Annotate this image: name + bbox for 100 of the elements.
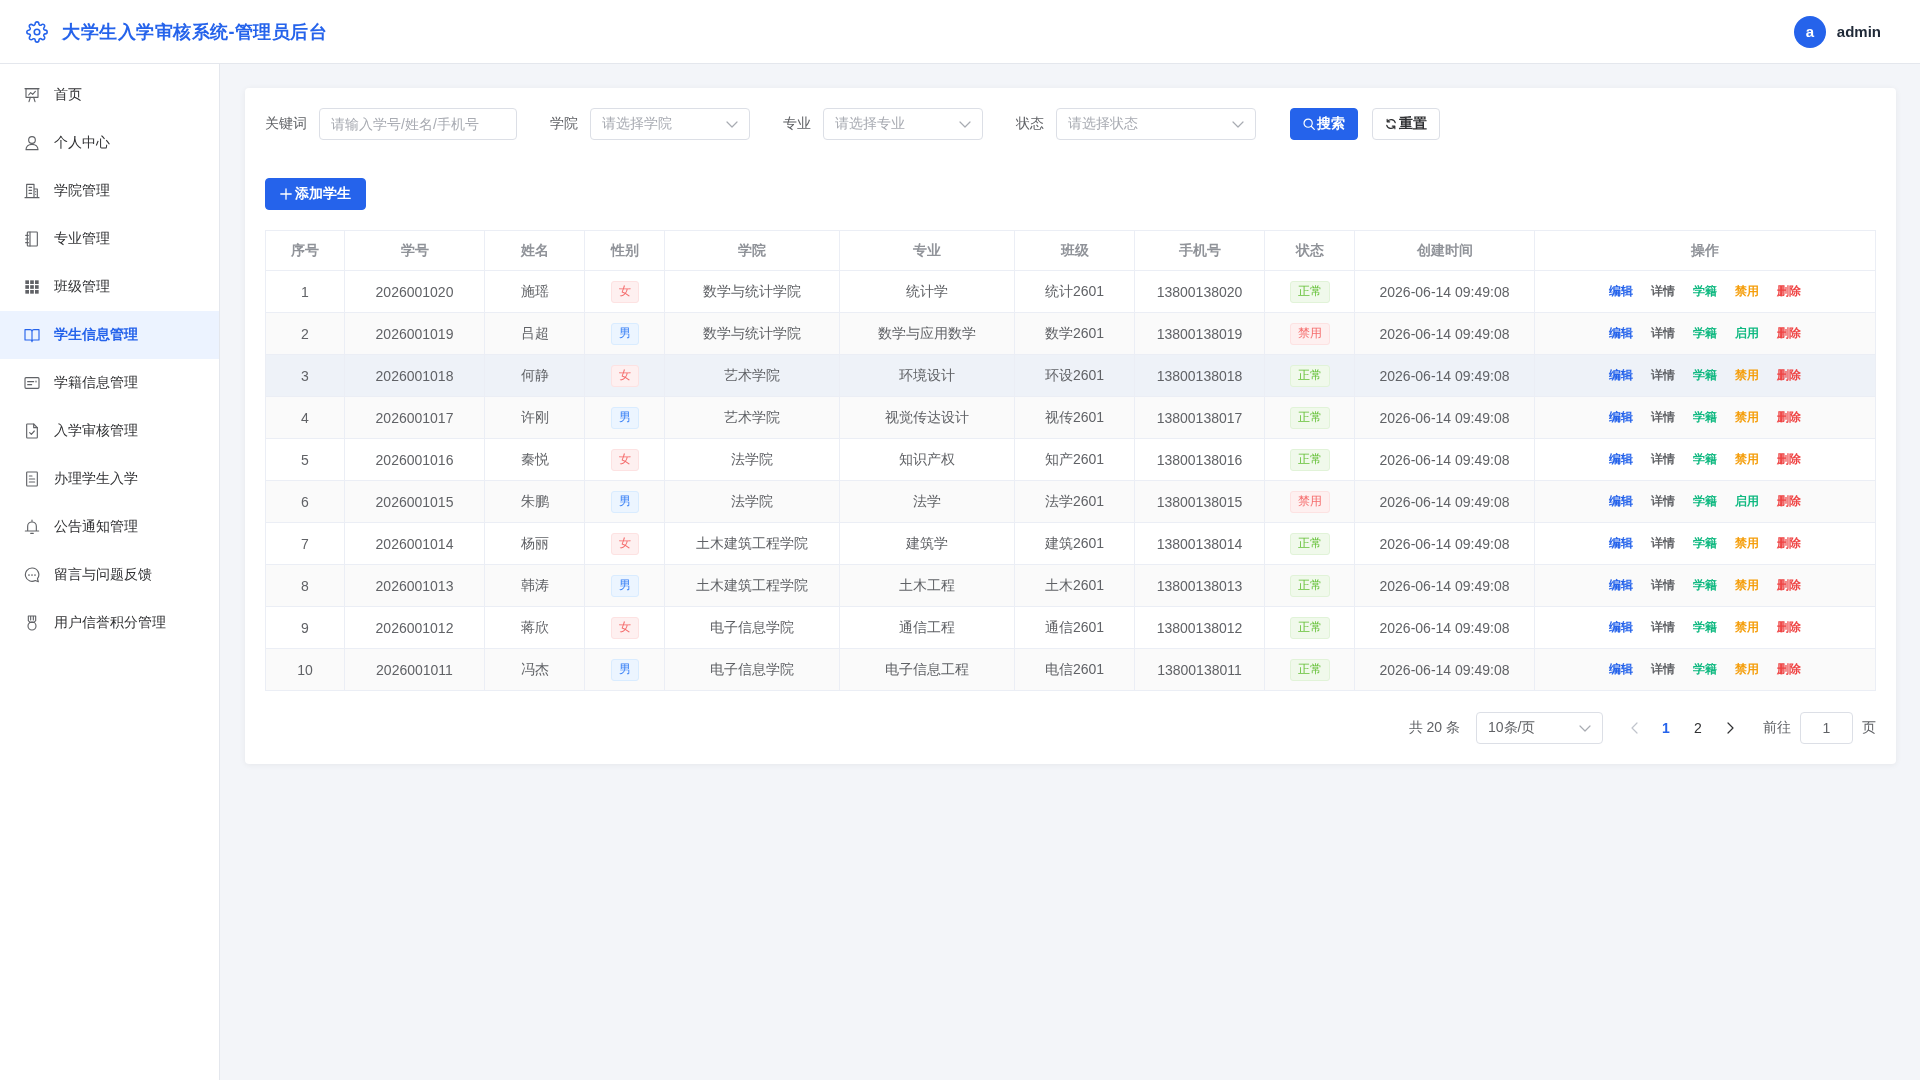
table-row[interactable]: 9 2026001012 蒋欣 女 电子信息学院 通信工程 通信2601 13800138012 正常 2026-06-14 09:49:08 编辑 详情 学籍 禁用 删除	[266, 607, 1875, 649]
table-cell: 2026001011	[345, 649, 485, 690]
delete-link[interactable]: 删除	[1777, 451, 1801, 468]
sidebar-item[interactable]: 用户信誉积分管理	[0, 599, 219, 647]
edit-link[interactable]: 编辑	[1609, 493, 1633, 510]
edit-link[interactable]: 编辑	[1609, 325, 1633, 342]
edit-link[interactable]: 编辑	[1609, 535, 1633, 552]
table-cell: 杨丽	[485, 523, 585, 564]
detail-link[interactable]: 详情	[1651, 409, 1675, 426]
table-cell: 13800138017	[1135, 397, 1265, 438]
app-title: 大学生入学审核系统-管理员后台	[62, 20, 328, 44]
sidebar-item[interactable]: 学籍信息管理	[0, 359, 219, 407]
reset-button[interactable]: 重置	[1372, 108, 1440, 140]
table-cell: 通信2601	[1015, 607, 1135, 648]
table-cell: 秦悦	[485, 439, 585, 480]
delete-link[interactable]: 删除	[1777, 535, 1801, 552]
table-cell: 电子信息学院	[665, 607, 840, 648]
sidebar-item[interactable]: 班级管理	[0, 263, 219, 311]
table-cell: 2026-06-14 09:49:08	[1355, 523, 1535, 564]
table-cell: 2026001020	[345, 271, 485, 312]
chevron-down-icon	[1579, 724, 1591, 732]
sidebar-item[interactable]: 学生信息管理	[0, 311, 219, 359]
table-cell: 电子信息学院	[665, 649, 840, 690]
detail-link[interactable]: 详情	[1651, 283, 1675, 300]
detail-link[interactable]: 详情	[1651, 493, 1675, 510]
table-cell: 蒋欣	[485, 607, 585, 648]
add-student-button[interactable]: 添加学生	[265, 178, 366, 210]
table-cell: 数学2601	[1015, 313, 1135, 354]
page-input[interactable]: 1	[1800, 712, 1853, 744]
sidebar-item[interactable]: 入学审核管理	[0, 407, 219, 455]
sidebar-item[interactable]: 办理学生入学	[0, 455, 219, 503]
sidebar-item[interactable]: 专业管理	[0, 215, 219, 263]
delete-link[interactable]: 删除	[1777, 661, 1801, 678]
table-row[interactable]: 6 2026001015 朱鹏 男 法学院 法学 法学2601 13800138015 禁用 2026-06-14 09:49:08 编辑 详情 学籍 启用 删除	[266, 481, 1875, 523]
gender-tag: 男	[610, 658, 639, 681]
sidebar-item[interactable]: 学院管理	[0, 167, 219, 215]
detail-link[interactable]: 详情	[1651, 619, 1675, 636]
table-cell: 2026001016	[345, 439, 485, 480]
table-cell: 2	[266, 313, 345, 354]
sidebar-item[interactable]: 公告通知管理	[0, 503, 219, 551]
table-cell: 2026001014	[345, 523, 485, 564]
edit-link[interactable]: 编辑	[1609, 619, 1633, 636]
table-cell: 13800138020	[1135, 271, 1265, 312]
edit-link[interactable]: 编辑	[1609, 367, 1633, 384]
table-cell: 2026-06-14 09:49:08	[1355, 649, 1535, 690]
delete-link[interactable]: 删除	[1777, 493, 1801, 510]
table-cell: 知产2601	[1015, 439, 1135, 480]
table-cell: 统计学	[840, 271, 1015, 312]
keyword-input[interactable]: 请输入学号/姓名/手机号	[319, 108, 517, 140]
status-tag: 正常	[1289, 532, 1330, 555]
table-row[interactable]: 1 2026001020 施瑶 女 数学与统计学院 统计学 统计2601 13800138020 正常 2026-06-14 09:49:08 编辑 详情 学籍 禁用 删除	[266, 271, 1875, 313]
page-number[interactable]: 1	[1650, 712, 1682, 744]
table-row[interactable]: 2 2026001019 吕超 男 数学与统计学院 数学与应用数学 数学2601 13800138019 禁用 2026-06-14 09:49:08 编辑 详情 学籍 启用 删除	[266, 313, 1875, 355]
detail-link[interactable]: 详情	[1651, 325, 1675, 342]
search-button[interactable]: 搜索	[1290, 108, 1358, 140]
page-size-select[interactable]: 10条/页	[1476, 712, 1603, 744]
delete-link[interactable]: 删除	[1777, 577, 1801, 594]
table-cell: 视觉传达设计	[840, 397, 1015, 438]
page-number[interactable]: 2	[1682, 712, 1714, 744]
delete-link[interactable]: 删除	[1777, 325, 1801, 342]
table-row[interactable]: 5 2026001016 秦悦 女 法学院 知识产权 知产2601 13800138016 正常 2026-06-14 09:49:08 编辑 详情 学籍 禁用 删除	[266, 439, 1875, 481]
delete-link[interactable]: 删除	[1777, 619, 1801, 636]
table-cell: 2026-06-14 09:49:08	[1355, 481, 1535, 522]
table-row[interactable]: 4 2026001017 许刚 男 艺术学院 视觉传达设计 视传2601 13800138017 正常 2026-06-14 09:49:08 编辑 详情 学籍 禁用 删除	[266, 397, 1875, 439]
chevron-right-icon	[1726, 722, 1734, 734]
table-cell: 土木建筑工程学院	[665, 523, 840, 564]
status-tag: 正常	[1289, 280, 1330, 303]
edit-link[interactable]: 编辑	[1609, 577, 1633, 594]
filter-label: 关键词	[265, 115, 307, 133]
chart-board-icon	[24, 87, 40, 103]
detail-link[interactable]: 详情	[1651, 535, 1675, 552]
edit-link[interactable]: 编辑	[1609, 409, 1633, 426]
edit-link[interactable]: 编辑	[1609, 661, 1633, 678]
edit-link[interactable]: 编辑	[1609, 451, 1633, 468]
table-cell: 4	[266, 397, 345, 438]
notebook-icon	[24, 231, 40, 247]
sidebar-item[interactable]: 个人中心	[0, 119, 219, 167]
table-cell: 13800138019	[1135, 313, 1265, 354]
table-row[interactable]: 3 2026001018 何静 女 艺术学院 环境设计 环设2601 13800138018 正常 2026-06-14 09:49:08 编辑 详情 学籍 禁用 删除	[266, 355, 1875, 397]
detail-link[interactable]: 详情	[1651, 367, 1675, 384]
delete-link[interactable]: 删除	[1777, 409, 1801, 426]
user-name[interactable]: admin	[1836, 23, 1881, 40]
table-cell: 1	[266, 271, 345, 312]
detail-link[interactable]: 详情	[1651, 451, 1675, 468]
delete-link[interactable]: 删除	[1777, 283, 1801, 300]
chevron-down-icon	[959, 120, 971, 128]
edit-link[interactable]: 编辑	[1609, 283, 1633, 300]
table-row[interactable]: 7 2026001014 杨丽 女 土木建筑工程学院 建筑学 建筑2601 13800138014 正常 2026-06-14 09:49:08 编辑 详情 学籍 禁用 删除	[266, 523, 1875, 565]
status-tag: 正常	[1289, 364, 1330, 387]
table-row[interactable]: 10 2026001011 冯杰 男 电子信息学院 电子信息工程 电信2601 13800138011 正常 2026-06-14 09:49:08 编辑 详情 学籍 禁用 删除	[266, 649, 1875, 691]
user-avatar[interactable]: a	[1793, 15, 1826, 48]
sidebar-item[interactable]: 留言与问题反馈	[0, 551, 219, 599]
delete-link[interactable]: 删除	[1777, 367, 1801, 384]
detail-link[interactable]: 详情	[1651, 661, 1675, 678]
building-icon	[24, 183, 40, 199]
table-cell: 法学院	[665, 481, 840, 522]
sidebar-item[interactable]: 首页	[0, 71, 219, 119]
table-row[interactable]: 8 2026001013 韩涛 男 土木建筑工程学院 土木工程 土木2601 13800138013 正常 2026-06-14 09:49:08 编辑 详情 学籍 禁用 删除	[266, 565, 1875, 607]
column-header: 学院	[665, 231, 840, 270]
detail-link[interactable]: 详情	[1651, 577, 1675, 594]
